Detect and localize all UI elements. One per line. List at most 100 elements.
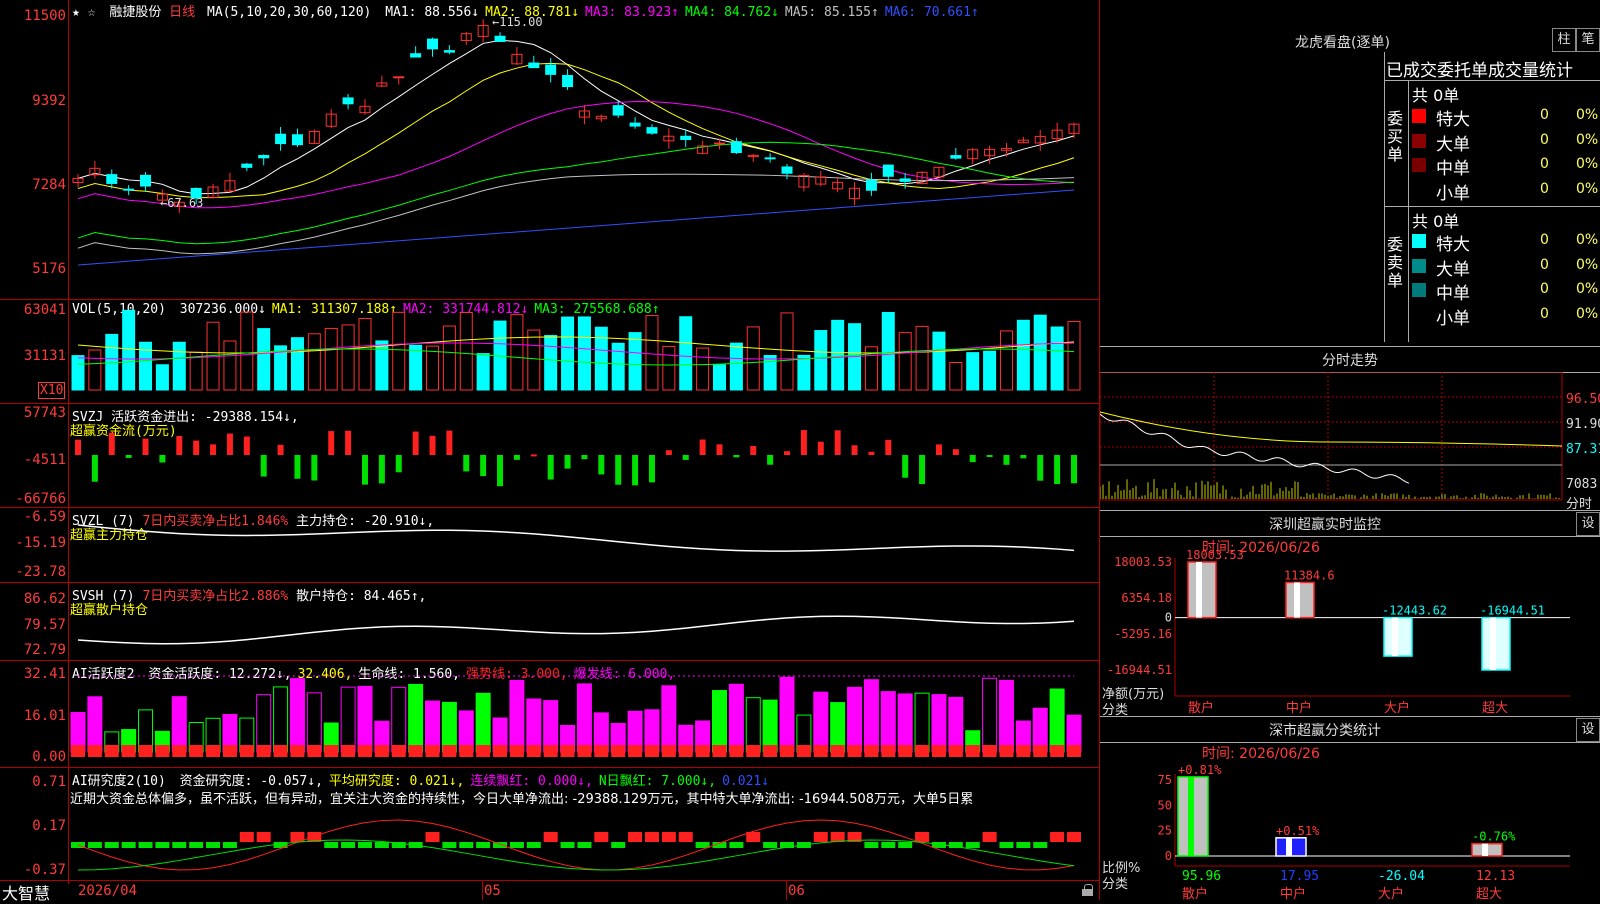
- volume-bar: [628, 332, 642, 391]
- candle-body: [899, 178, 911, 182]
- monitor-category-label: 中户: [1286, 700, 1312, 716]
- volume-bar: [763, 354, 777, 391]
- activity-base-bar: [509, 745, 524, 757]
- fund-flow-bar: [868, 451, 875, 455]
- monitor-category-label: 超大: [1482, 701, 1508, 716]
- activity-bar: [340, 686, 356, 753]
- research-bar: [526, 842, 541, 848]
- volume-bar: [223, 340, 237, 391]
- fund-flow-bar: [1037, 455, 1044, 481]
- activity-base-bar: [104, 745, 119, 757]
- research-bar: [1033, 842, 1048, 848]
- fenshi-chart[interactable]: [1100, 372, 1600, 512]
- lhb-row-name: 小单: [1436, 183, 1470, 204]
- research-bar: [341, 842, 356, 848]
- research-bar: [357, 842, 372, 848]
- activity-base-bar: [644, 745, 659, 757]
- lhb-inner-border: [1408, 80, 1409, 342]
- section-divider: [1100, 716, 1600, 717]
- fund-flow-bar: [294, 455, 301, 479]
- sz-monitor-chart[interactable]: 18003.53 6354.18 0 -5295.16 -16944.51 18003.5…: [1100, 530, 1600, 720]
- fund-flow-bar: [902, 455, 909, 478]
- activity-base-bar: [729, 745, 744, 757]
- fund-flow-bar: [919, 455, 926, 485]
- research-bar: [87, 842, 102, 848]
- activity-base-bar: [357, 745, 372, 757]
- candle-body: [275, 133, 287, 145]
- volume-bar: [679, 316, 693, 391]
- class-bar-top-label: +0.51%: [1276, 824, 1320, 838]
- class-bar-highlight: [1482, 843, 1488, 856]
- activity-base-bar: [898, 745, 913, 757]
- candle-body: [562, 75, 574, 88]
- class-bar-value: 95.96: [1182, 869, 1221, 884]
- sell-rows: 特大 0 0% 大单 0 0% 中单 0 0% 小单 0 0%: [1410, 230, 1600, 329]
- activity-base-bar: [965, 745, 980, 757]
- lhb-row-count: 0: [1540, 305, 1549, 322]
- lhb-row-name: 大单: [1436, 259, 1470, 280]
- sz-class-settings-button[interactable]: 设: [1576, 718, 1600, 742]
- candle-body: [950, 155, 962, 159]
- fund-flow-bar: [935, 444, 942, 455]
- fund-flow-bar: [480, 455, 487, 477]
- research-bar: [155, 842, 170, 848]
- lhb-divider: [1384, 206, 1600, 207]
- lhb-row-name: 小单: [1436, 308, 1470, 329]
- monitor-bar-value: 11384.6: [1284, 568, 1335, 582]
- volume-bar: [290, 337, 304, 391]
- fund-flow-bar: [176, 436, 183, 455]
- fund-flow-bar: [834, 430, 841, 455]
- activity-base-bar: [931, 745, 946, 757]
- volume-bar: [949, 362, 963, 391]
- fund-flow-bar: [311, 455, 318, 481]
- fund-flow-bar: [446, 430, 453, 455]
- sz-class-chart[interactable]: 75 50 25 0 +0.81% 95.96 散户 +0.51% 17.95 中户 -26.04 大…: [1100, 740, 1600, 900]
- activity-bar: [931, 694, 947, 753]
- fund-flow-bar: [530, 454, 537, 457]
- volume-bar: [527, 329, 541, 391]
- activity-bar: [830, 702, 846, 753]
- activity-base-bar: [948, 745, 963, 757]
- main-chart-area[interactable]: ★ ☆ 融捷股份 日线 MA(5,10,20,30,60,120) MA1: 8…: [0, 0, 1100, 903]
- fenshi-title: 分时走势: [1322, 353, 1378, 369]
- bar-mode-button[interactable]: 柱: [1552, 28, 1576, 52]
- activity-base-bar: [982, 745, 997, 757]
- fund-flow-bar: [243, 436, 250, 455]
- research-bar: [374, 842, 389, 848]
- lhb-row-pct: 0%: [1576, 180, 1599, 197]
- activity-base-bar: [87, 745, 102, 757]
- lhb-row-pct: 0%: [1576, 156, 1599, 172]
- lhb-row-count: 0: [1540, 180, 1549, 197]
- lhb-row-name: 中单: [1436, 284, 1470, 304]
- buy-total: 共 0单: [1412, 86, 1460, 105]
- research-bar: [881, 842, 896, 848]
- activity-base-bar: [290, 745, 305, 757]
- lhb-row-count: 0: [1540, 131, 1549, 148]
- lhb-row-count: 0: [1540, 156, 1549, 172]
- class-category-label: 超大: [1476, 887, 1502, 900]
- color-swatch: [1412, 308, 1426, 322]
- activity-bar: [543, 700, 559, 753]
- fund-flow-bar: [699, 439, 706, 455]
- tick-mode-button[interactable]: 笔: [1576, 28, 1600, 52]
- candle-body: [781, 166, 793, 174]
- volume-bar: [797, 354, 811, 391]
- volume-bar: [88, 349, 102, 391]
- class-bar-top-label: -0.76%: [1472, 830, 1516, 844]
- volume-bar: [881, 311, 895, 391]
- volume-bar: [594, 326, 608, 391]
- activity-base-bar: [189, 745, 204, 757]
- volume-bar: [442, 325, 456, 391]
- activity-base-bar: [712, 745, 727, 757]
- research-bar: [813, 832, 828, 842]
- volume-bar: [645, 315, 659, 391]
- fund-flow-bar: [513, 455, 520, 460]
- fund-flow-bar: [598, 455, 605, 475]
- monitor-bar-highlight: [1196, 562, 1202, 618]
- monitor-category-label: 大户: [1384, 700, 1410, 716]
- activity-base-bar: [577, 745, 592, 757]
- activity-base-bar: [459, 745, 474, 757]
- volume-bar: [1067, 320, 1081, 391]
- ma-line: [77, 39, 1075, 195]
- fund-flow-bar: [969, 455, 976, 463]
